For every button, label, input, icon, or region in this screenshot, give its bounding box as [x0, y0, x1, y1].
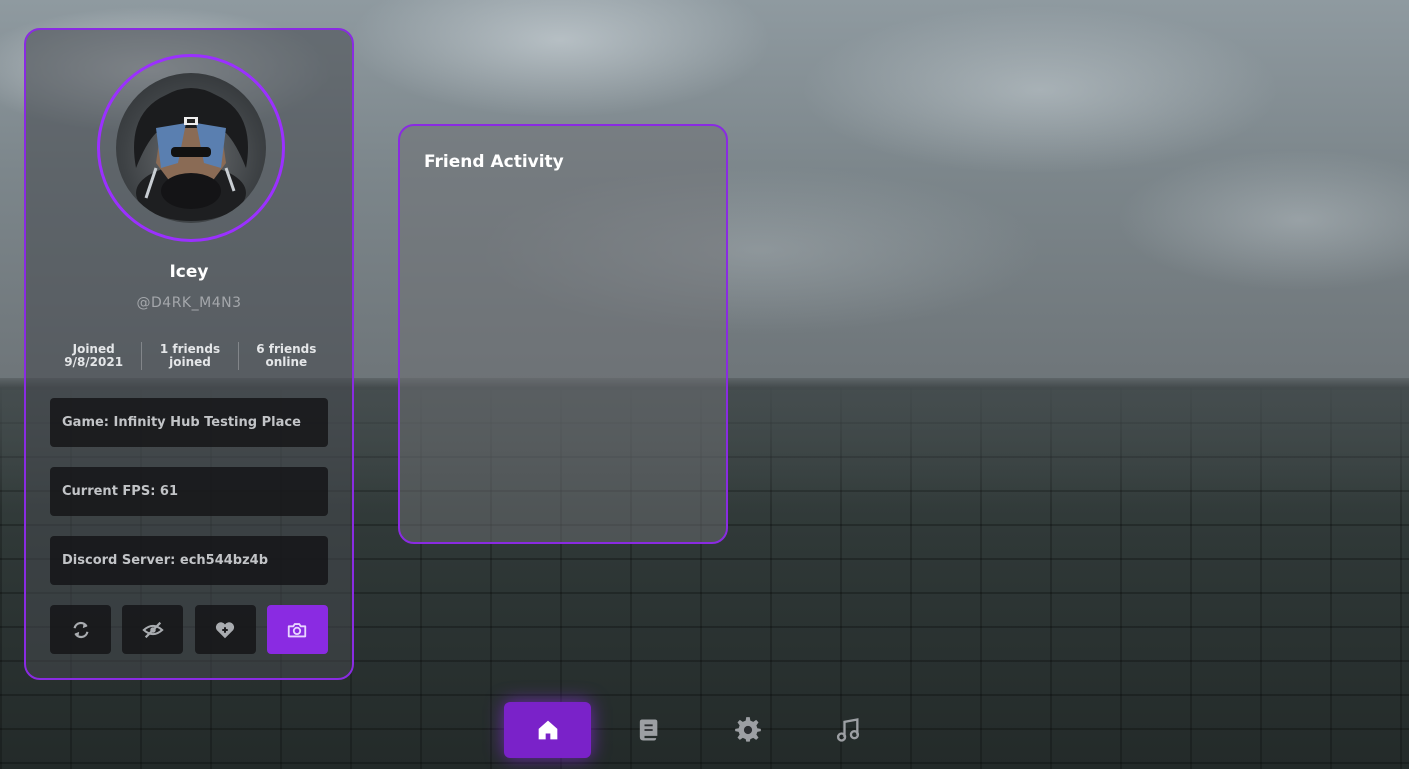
gear-icon: [734, 717, 761, 742]
refresh-icon: [73, 621, 88, 638]
eye-off-icon: [142, 621, 164, 638]
stat-joined: Joined 9/8/2021: [46, 343, 141, 369]
friend-activity-title: Friend Activity: [424, 152, 564, 172]
home-icon: [538, 720, 557, 740]
action-buttons: [50, 605, 328, 654]
friend-activity-panel: Friend Activity: [398, 124, 728, 544]
nav-scripts[interactable]: [604, 702, 691, 758]
avatar-ring: [97, 54, 285, 242]
hide-button[interactable]: [122, 605, 184, 654]
avatar-image: [134, 88, 248, 221]
music-note-icon: [836, 718, 859, 742]
heart-plus-icon: [216, 621, 235, 638]
stat-friends-online: 6 friends online: [239, 343, 334, 369]
screenshot-button[interactable]: [266, 605, 328, 654]
display-name: Icey: [169, 262, 209, 282]
profile-card: Icey @D4RK_M4N3 Joined 9/8/2021 1 friend…: [24, 28, 354, 680]
avatar: [116, 73, 266, 223]
favorite-button[interactable]: [194, 605, 256, 654]
camera-icon: [288, 622, 307, 637]
nav-music[interactable]: [804, 702, 891, 758]
stat-joined-value: 9/8/2021: [64, 355, 124, 369]
username: @D4RK_M4N3: [136, 295, 242, 311]
scroll-icon: [639, 719, 657, 741]
nav-home[interactable]: [504, 702, 591, 758]
discord-info[interactable]: Discord Server: ech544bz4b: [50, 536, 328, 585]
game-info: Game: Infinity Hub Testing Place: [50, 398, 328, 447]
stat-friends-joined: 1 friends joined: [142, 343, 237, 369]
stat-friends-joined-value: joined: [169, 355, 211, 369]
profile-stats: Joined 9/8/2021 1 friends joined 6 frien…: [46, 340, 334, 372]
fps-info: Current FPS: 61: [50, 467, 328, 516]
rejoin-button[interactable]: [50, 605, 111, 654]
bottom-nav: [504, 702, 904, 760]
nav-settings[interactable]: [704, 702, 791, 758]
stat-friends-online-value: online: [265, 355, 308, 369]
